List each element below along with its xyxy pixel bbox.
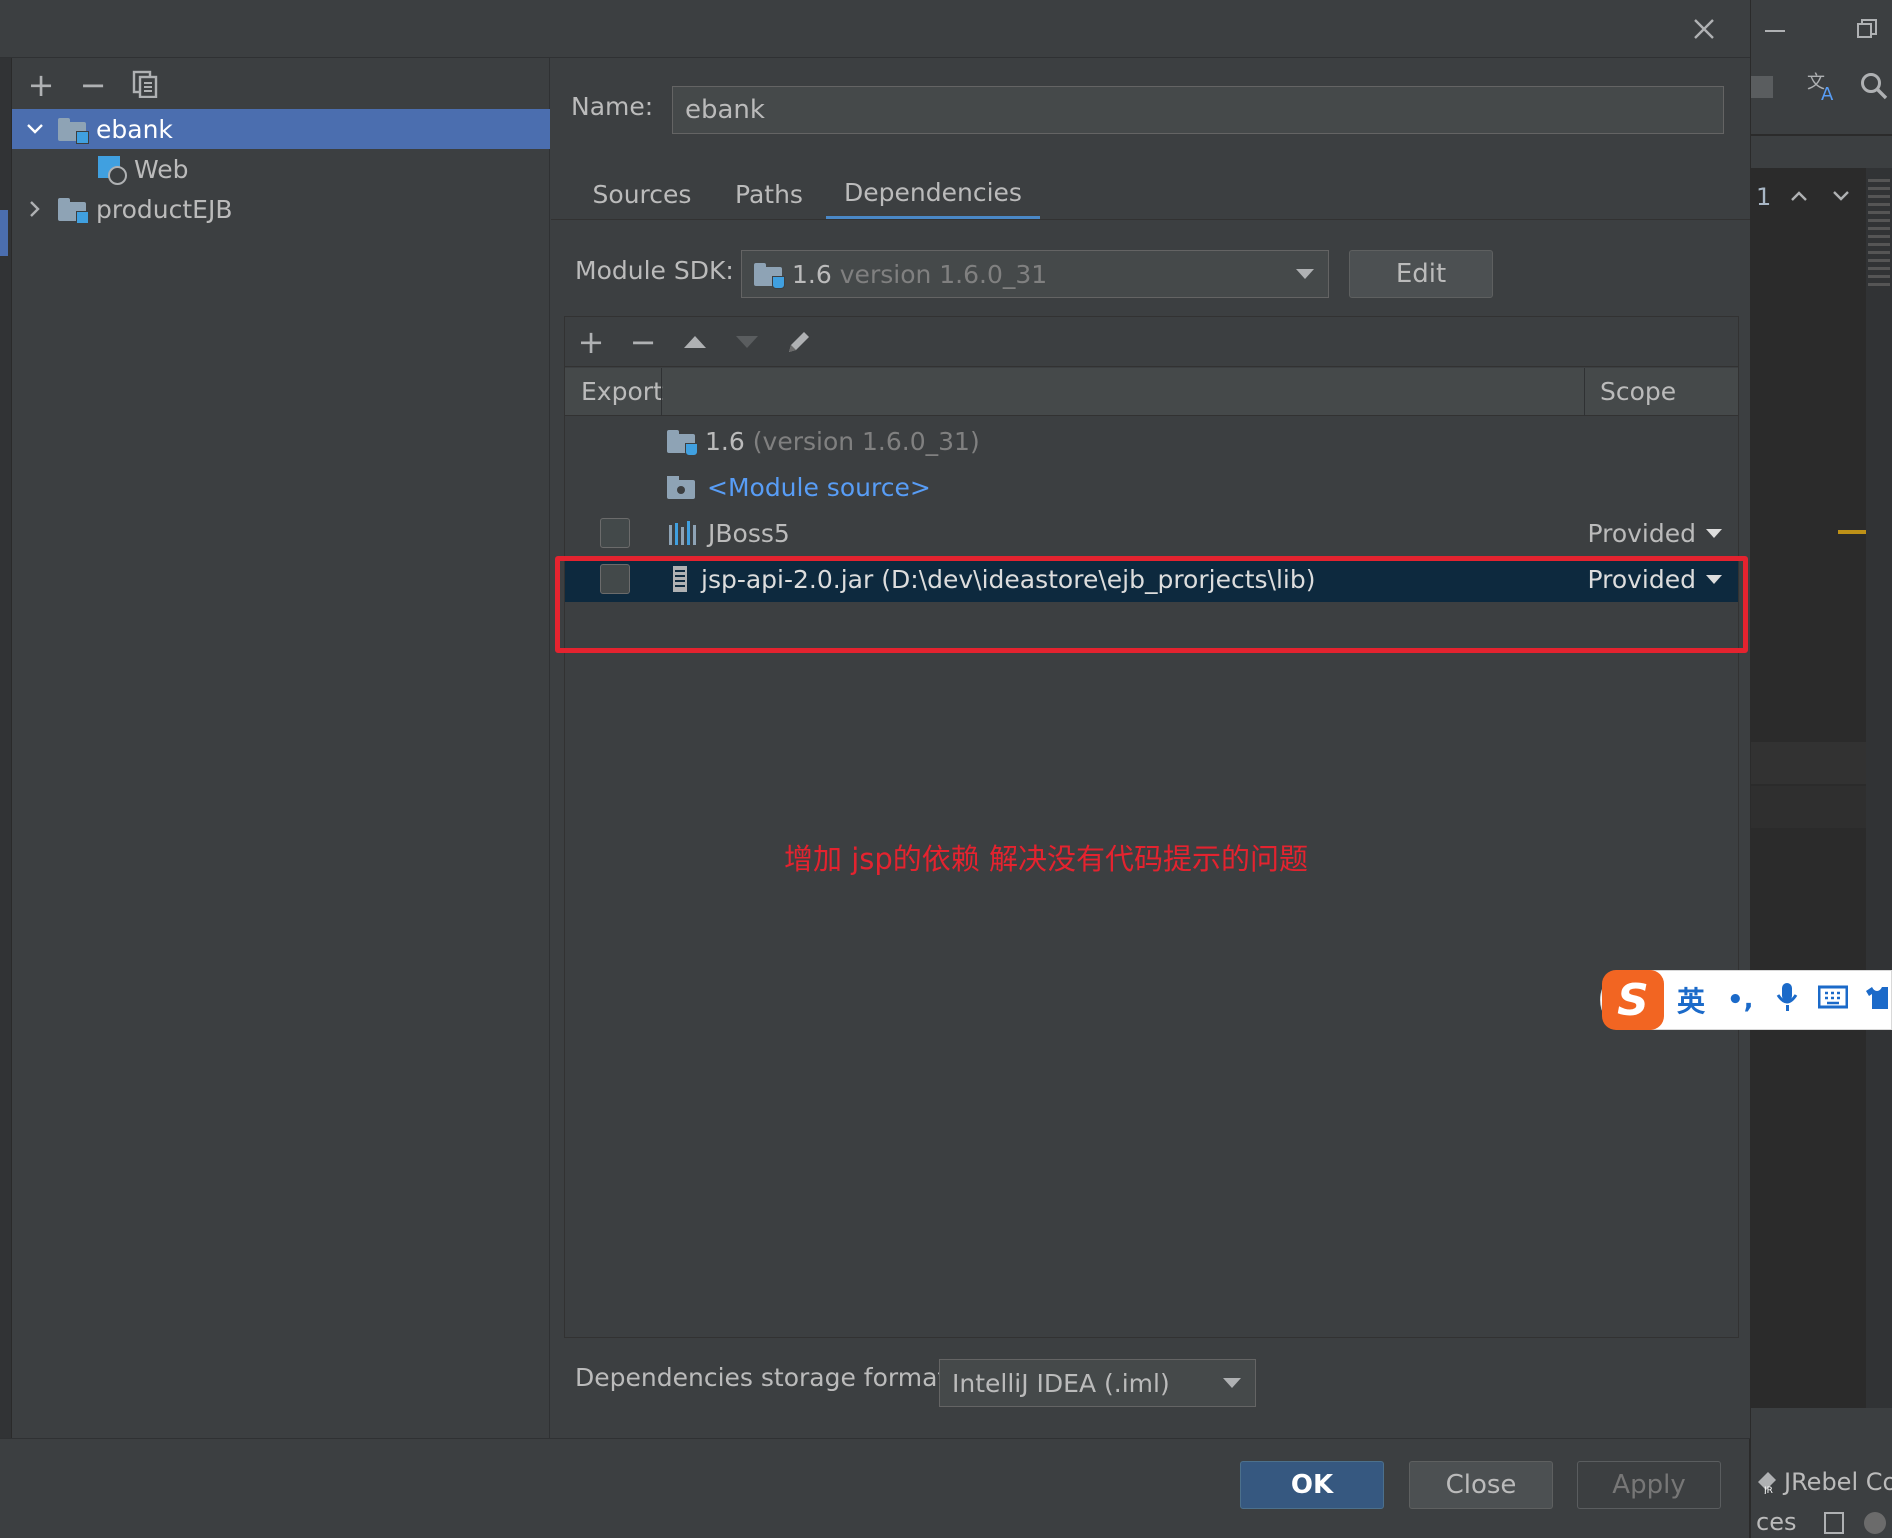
ime-language-toggle[interactable]: 英 — [1677, 980, 1705, 1020]
chevron-down-icon — [1706, 528, 1722, 538]
search-icon[interactable] — [1856, 68, 1892, 104]
module-folder-icon — [58, 117, 89, 144]
scope-column-header[interactable]: Scope — [1600, 377, 1676, 406]
tree-item-productejb[interactable]: productEJB — [12, 189, 232, 229]
copy-icon[interactable] — [128, 66, 162, 102]
storage-format-label: Dependencies storage format: — [575, 1363, 956, 1392]
source-folder-icon — [667, 475, 695, 499]
jrebel-label: JRebel Co — [1784, 1468, 1892, 1496]
tree-item-label: productEJB — [96, 194, 233, 224]
editor-error-stripe — [1866, 168, 1892, 1408]
dependency-detail: (version 1.6.0_31) — [752, 426, 980, 456]
tab-paths[interactable]: Paths — [722, 168, 816, 220]
add-dependency-icon[interactable]: + — [574, 323, 608, 361]
move-up-icon[interactable] — [678, 325, 712, 359]
svg-text:JR: JR — [1763, 1486, 1773, 1494]
editor-line — [1751, 786, 1866, 828]
microphone-icon[interactable] — [1776, 981, 1798, 1019]
tree-item-label: ebank — [96, 114, 173, 144]
tree-item-web[interactable]: Web — [98, 149, 189, 189]
dependency-name: JBoss5 — [708, 518, 790, 548]
annotation-highlight-box — [555, 556, 1748, 653]
modules-tree-panel — [0, 58, 550, 1438]
module-sdk-dropdown[interactable]: 1.6 version 1.6.0_31 — [741, 250, 1329, 298]
ime-punctuation-toggle[interactable]: •, — [1727, 985, 1754, 1015]
column-separator — [661, 368, 662, 416]
column-separator — [1584, 368, 1585, 416]
dependencies-table-header — [565, 368, 1738, 416]
stop-icon[interactable] — [1751, 76, 1773, 98]
left-strip-marker — [0, 210, 8, 256]
warning-marker — [1838, 530, 1866, 534]
add-icon[interactable]: + — [24, 66, 58, 104]
chevron-down-icon[interactable] — [1826, 182, 1856, 210]
name-label: Name: — [571, 92, 654, 121]
close-dialog-icon[interactable] — [1686, 10, 1722, 48]
dependency-row-jboss5[interactable]: JBoss5 Provided — [565, 510, 1738, 556]
scope-dropdown[interactable]: Provided — [1587, 519, 1722, 548]
edit-sdk-button[interactable]: Edit — [1349, 250, 1493, 298]
chevron-down-icon — [1223, 1378, 1241, 1388]
editor-minimap — [1868, 176, 1890, 286]
tabs-divider — [551, 219, 1750, 220]
dependency-row-sdk[interactable]: 1.6 (version 1.6.0_31) — [565, 418, 1738, 464]
move-down-icon — [730, 325, 764, 359]
module-folder-icon — [58, 197, 89, 224]
edit-pencil-icon[interactable] — [782, 325, 816, 359]
bottom-divider — [0, 1438, 1750, 1439]
remove-dependency-icon[interactable]: − — [626, 323, 660, 361]
export-checkbox[interactable] — [600, 518, 630, 548]
dependency-name: <Module source> — [707, 472, 931, 502]
tab-dependencies[interactable]: Dependencies — [826, 168, 1040, 220]
jdk-folder-icon — [667, 429, 698, 456]
tree-item-label: Web — [134, 154, 189, 184]
scope-value: Provided — [1587, 518, 1696, 548]
export-column-header[interactable]: Export — [581, 377, 663, 406]
sdk-selected-version: version 1.6.0_31 — [839, 259, 1048, 289]
module-sdk-label: Module SDK: — [575, 256, 734, 285]
tab-sources[interactable]: Sources — [580, 168, 704, 220]
jrebel-console-tab[interactable]: JR JRebel Co — [1756, 1468, 1892, 1496]
ide-divider — [1751, 134, 1892, 136]
status-bar: ces — [1748, 1508, 1892, 1538]
dependency-row-module-source[interactable]: <Module source> — [565, 464, 1738, 510]
storage-format-dropdown[interactable]: IntelliJ IDEA (.iml) — [939, 1359, 1256, 1407]
dependency-name: 1.6 — [705, 426, 745, 456]
line-number: 1 — [1756, 183, 1772, 211]
web-facet-icon — [98, 156, 127, 185]
skin-shirt-icon[interactable] — [1865, 985, 1888, 1015]
sdk-selected-name: 1.6 — [792, 259, 832, 289]
apply-button: Apply — [1577, 1461, 1721, 1509]
status-text-fragment: ces — [1756, 1508, 1797, 1536]
chevron-down-icon — [1296, 269, 1314, 279]
left-strip — [0, 58, 12, 1438]
sogou-logo: S — [1602, 970, 1664, 1030]
jdk-folder-icon — [754, 262, 785, 289]
minimize-icon[interactable] — [1760, 16, 1790, 46]
dialog-title-bar — [0, 0, 1750, 58]
notification-icon[interactable] — [1863, 1512, 1886, 1534]
remove-icon[interactable]: − — [76, 66, 110, 104]
editor-line-highlight — [1751, 742, 1866, 784]
annotation-text: 增加 jsp的依赖 解决没有代码提示的问题 — [784, 842, 1309, 876]
chevron-right-icon[interactable] — [12, 200, 58, 218]
chevron-up-icon[interactable] — [1784, 182, 1814, 210]
svg-text:A: A — [1821, 84, 1834, 102]
tree-item-ebank[interactable]: ebank — [12, 109, 550, 149]
jrebel-icon: JR — [1758, 1472, 1776, 1494]
close-button[interactable]: Close — [1409, 1461, 1553, 1509]
keyboard-icon[interactable] — [1817, 985, 1849, 1015]
restore-icon[interactable] — [1852, 14, 1882, 44]
chevron-down-icon[interactable] — [12, 123, 58, 135]
module-name-input[interactable]: ebank — [672, 86, 1724, 134]
lock-icon[interactable] — [1824, 1512, 1845, 1534]
library-icon — [669, 521, 696, 545]
ok-button[interactable]: OK — [1240, 1461, 1384, 1509]
translate-icon[interactable]: 文A — [1804, 68, 1840, 104]
storage-format-value: IntelliJ IDEA (.iml) — [952, 1368, 1170, 1398]
